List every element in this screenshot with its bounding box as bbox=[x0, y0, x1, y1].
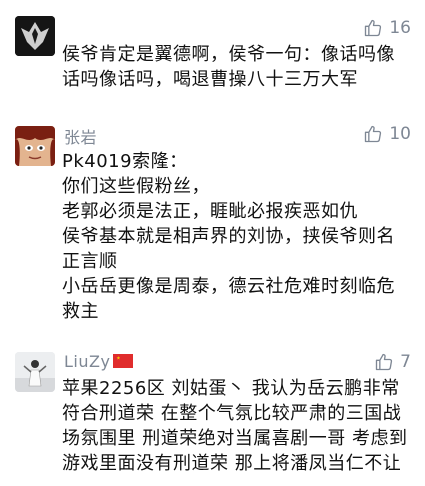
like-button[interactable]: 16 bbox=[363, 18, 411, 38]
thumbs-up-icon bbox=[365, 19, 382, 37]
like-button[interactable]: 7 bbox=[374, 352, 411, 372]
username[interactable]: LiuZy bbox=[64, 352, 134, 371]
thumbs-up-icon bbox=[376, 353, 393, 371]
like-button[interactable]: 10 bbox=[363, 124, 411, 144]
china-flag-icon bbox=[113, 354, 134, 368]
avatar[interactable] bbox=[15, 126, 55, 166]
comment-3: LiuZy 7 苹果2256区 刘姑蛋丶 我认为岳云鹏非常符合刑道荣 在整个气氛… bbox=[0, 346, 425, 486]
like-count: 10 bbox=[389, 124, 411, 144]
avatar-image bbox=[15, 126, 55, 166]
avatar-image bbox=[15, 352, 55, 392]
comment-text: 侯爷肯定是翼德啊，侯爷一句：像话吗像话吗像话吗，喝退曹操八十三万大军 bbox=[62, 44, 395, 90]
like-count: 16 bbox=[389, 18, 411, 38]
comment-2: 张岩 10 Pk4019索隆： 你们这些假粉丝， 老郭必须是法正，睚眦必报疾恶如… bbox=[0, 120, 425, 330]
comment-text: Pk4019索隆： 你们这些假粉丝， 老郭必须是法正，睚眦必报疾恶如仇 侯爷基本… bbox=[62, 151, 395, 322]
like-count: 7 bbox=[400, 352, 411, 372]
username-text: LiuZy bbox=[64, 352, 111, 371]
comment-1: 16 侯爷肯定是翼德啊，侯爷一句：像话吗像话吗像话吗，喝退曹操八十三万大军 bbox=[0, 0, 425, 100]
avatar-image bbox=[15, 16, 55, 56]
username[interactable]: 张岩 bbox=[64, 124, 97, 148]
comment-text: 苹果2256区 刘姑蛋丶 我认为岳云鹏非常符合刑道荣 在整个气氛比较严肃的三国战… bbox=[62, 378, 408, 474]
avatar[interactable] bbox=[15, 16, 55, 56]
thumbs-up-icon bbox=[365, 125, 382, 143]
avatar[interactable] bbox=[15, 352, 55, 392]
